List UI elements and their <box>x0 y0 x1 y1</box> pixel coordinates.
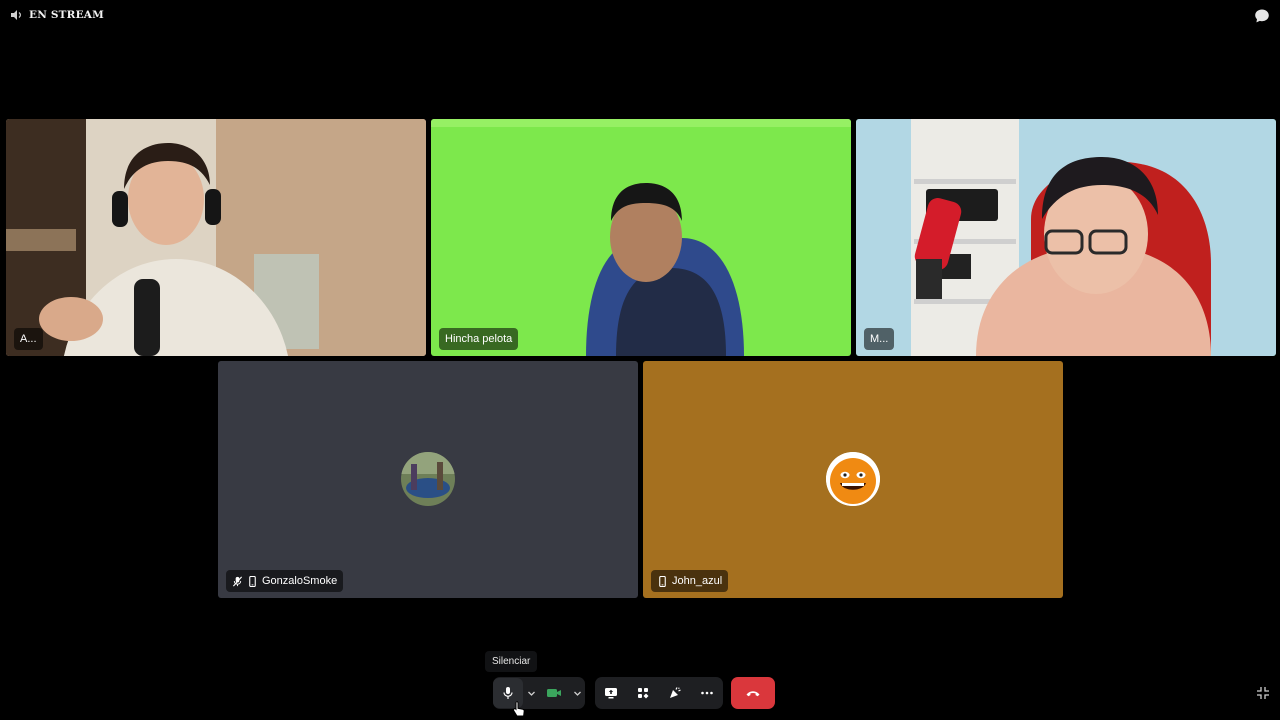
stream-label: EN STREAM <box>29 9 104 21</box>
chevron-down-icon <box>527 691 535 696</box>
participant-tile[interactable]: Hincha pelota <box>431 119 851 356</box>
participant-video <box>6 119 426 356</box>
participant-tile[interactable]: GonzaloSmoke <box>218 361 638 598</box>
participant-tile[interactable]: John_azul <box>643 361 1063 598</box>
participant-name: Hincha pelota <box>445 333 513 345</box>
participant-name-tag: John_azul <box>651 570 729 592</box>
participant-name: A... <box>20 333 37 345</box>
participant-video <box>856 119 1276 356</box>
activities-icon <box>638 688 649 699</box>
participant-name: John_azul <box>672 575 723 587</box>
more-icon <box>701 691 713 695</box>
avatar <box>826 452 880 506</box>
speaker-icon <box>11 10 22 20</box>
stream-status: EN STREAM <box>10 9 104 21</box>
mute-tooltip: Silenciar <box>485 651 538 672</box>
participant-name-tag: A... <box>14 328 43 350</box>
activity-controls <box>595 677 723 709</box>
participant-tile[interactable]: M... <box>856 119 1276 356</box>
microphone-icon <box>503 687 513 699</box>
audio-video-controls <box>493 677 585 709</box>
more-options-button[interactable] <box>692 678 722 708</box>
video-options-button[interactable] <box>569 678 585 708</box>
mobile-phone-icon <box>249 575 256 587</box>
participant-name-tag: Hincha pelota <box>439 328 519 350</box>
soundboard-button[interactable] <box>660 678 690 708</box>
tooltip-text: Silenciar <box>492 656 531 667</box>
chat-icon[interactable] <box>1254 8 1270 24</box>
disconnect-button[interactable] <box>731 677 775 709</box>
activities-button[interactable] <box>628 678 658 708</box>
chevron-down-icon <box>573 691 581 696</box>
camera-icon <box>547 689 561 697</box>
hang-up-icon <box>746 691 760 697</box>
participant-tile[interactable]: A... <box>6 119 426 356</box>
participant-name: GonzaloSmoke <box>262 575 338 587</box>
participant-name-tag: M... <box>864 328 895 350</box>
call-controls <box>0 677 1280 709</box>
camera-button[interactable] <box>539 678 569 708</box>
mobile-phone-icon <box>659 575 666 587</box>
soundboard-icon <box>670 687 681 698</box>
screen-share-icon <box>605 688 617 699</box>
screen-share-button[interactable] <box>596 678 626 708</box>
participant-video <box>431 119 851 356</box>
avatar <box>401 452 455 506</box>
mouse-cursor <box>513 701 525 717</box>
participant-name: M... <box>870 333 889 345</box>
fullscreen-exit-icon[interactable] <box>1256 686 1270 700</box>
participant-name-tag: GonzaloSmoke <box>226 570 344 592</box>
muted-mic-icon <box>232 576 243 586</box>
